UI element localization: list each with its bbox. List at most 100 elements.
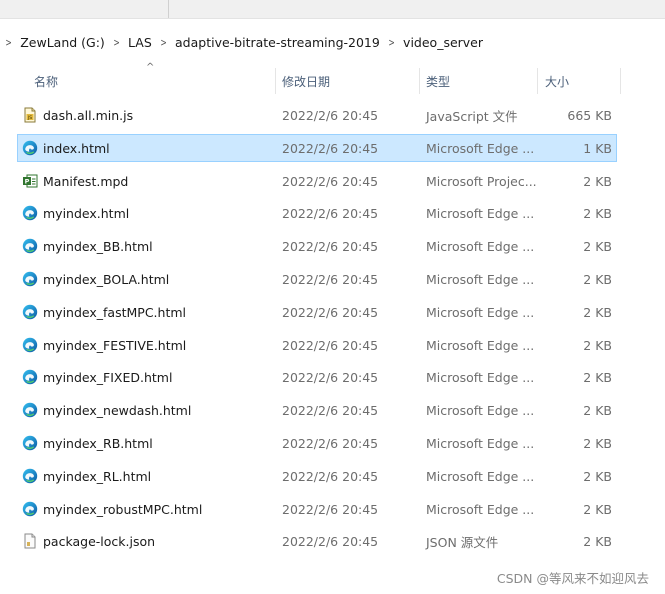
file-name-cell: JS dash.all.min.js	[22, 102, 133, 128]
column-divider[interactable]	[419, 68, 420, 94]
edge-icon	[22, 468, 38, 484]
file-type: Microsoft Edge ...	[426, 468, 535, 484]
file-type: Microsoft Projec...	[426, 173, 537, 189]
column-date-header[interactable]: 修改日期	[282, 62, 418, 100]
file-size: 2 KB	[583, 533, 612, 549]
file-name-cell: myindex.html	[22, 200, 129, 226]
file-name: dash.all.min.js	[43, 107, 134, 123]
file-size: 2 KB	[583, 337, 612, 353]
file-type: Microsoft Edge ...	[426, 435, 535, 451]
file-size: 2 KB	[583, 501, 612, 517]
file-type: Microsoft Edge ...	[426, 271, 535, 287]
file-type: JavaScript 文件	[426, 108, 518, 124]
file-date: 2022/2/6 20:45	[282, 173, 379, 189]
edge-icon	[22, 140, 38, 156]
column-type-header[interactable]: 类型	[426, 62, 536, 100]
file-name: myindex_RB.html	[43, 435, 153, 451]
project-file-icon: P	[22, 173, 38, 189]
breadcrumb-item-video-server[interactable]: video_server	[403, 35, 483, 50]
file-name: myindex.html	[43, 205, 130, 221]
file-name: package-lock.json	[43, 533, 156, 549]
file-name: myindex_RL.html	[43, 468, 152, 484]
file-size: 665 KB	[567, 107, 612, 123]
file-size: 2 KB	[583, 468, 612, 484]
file-row[interactable]: myindex_fastMPC.html 2022/2/6 20:45 Micros…	[18, 299, 616, 325]
breadcrumb-item-drive[interactable]: ZewLand (G:)	[20, 35, 105, 50]
file-row[interactable]: myindex_BB.html 2022/2/6 20:45 Microsoft E…	[18, 233, 616, 259]
svg-text:JS: JS	[27, 115, 32, 121]
edge-icon	[22, 337, 38, 353]
file-size: 2 KB	[583, 205, 612, 221]
file-row[interactable]: myindex_FIXED.html 2022/2/6 20:45 Microsof…	[18, 364, 616, 390]
file-name-cell: myindex_RB.html	[22, 430, 153, 456]
json-file-icon	[22, 533, 38, 549]
file-date: 2022/2/6 20:45	[282, 337, 379, 353]
file-row[interactable]: P Manifest.mpd 2022/2/6 20:45 Microsoft Pro…	[18, 168, 616, 194]
file-date: 2022/2/6 20:45	[282, 140, 379, 156]
edge-icon	[22, 271, 38, 287]
file-date: 2022/2/6 20:45	[282, 271, 379, 287]
toolbar-segment	[0, 0, 169, 18]
column-name-header[interactable]: 名称	[34, 62, 274, 100]
file-row[interactable]: myindex_newdash.html 2022/2/6 20:45 Micros…	[18, 397, 616, 423]
file-date: 2022/2/6 20:45	[282, 533, 379, 549]
breadcrumb-item-las[interactable]: LAS	[128, 35, 152, 50]
file-type: Microsoft Edge ...	[426, 402, 535, 418]
edge-icon	[22, 304, 38, 320]
file-date: 2022/2/6 20:45	[282, 107, 379, 123]
file-name: myindex_FIXED.html	[43, 369, 173, 385]
chevron-right-icon[interactable]: >	[113, 36, 119, 49]
column-header: ^ 名称 修改日期 类型 大小	[0, 62, 665, 100]
file-name: myindex_BB.html	[43, 238, 153, 254]
file-name-cell: P Manifest.mpd	[22, 168, 128, 194]
file-name-cell: myindex_FESTIVE.html	[22, 332, 186, 358]
file-size: 2 KB	[583, 435, 612, 451]
top-toolbar-strip	[0, 0, 665, 19]
chevron-right-icon[interactable]: >	[388, 36, 394, 49]
file-date: 2022/2/6 20:45	[282, 238, 379, 254]
file-size: 2 KB	[583, 238, 612, 254]
file-date: 2022/2/6 20:45	[282, 435, 379, 451]
file-name: Manifest.mpd	[43, 173, 129, 189]
file-type: Microsoft Edge ...	[426, 238, 535, 254]
file-size: 2 KB	[583, 369, 612, 385]
column-size-header[interactable]: 大小	[545, 62, 615, 100]
file-row[interactable]: myindex_robustMPC.html 2022/2/6 20:45 Micr…	[18, 496, 616, 522]
file-name-cell: myindex_robustMPC.html	[22, 496, 202, 522]
file-name-cell: myindex_fastMPC.html	[22, 299, 186, 325]
file-row[interactable]: myindex_RL.html 2022/2/6 20:45 Microsoft E…	[18, 463, 616, 489]
file-type: JSON 源文件	[426, 534, 499, 550]
file-name-cell: myindex_BB.html	[22, 233, 153, 259]
edge-icon	[22, 205, 38, 221]
file-size: 1 KB	[583, 140, 612, 156]
file-date: 2022/2/6 20:45	[282, 369, 379, 385]
file-name-cell: myindex_newdash.html	[22, 397, 191, 423]
file-row[interactable]: JS dash.all.min.js 2022/2/6 20:45 JavaScrip…	[18, 102, 616, 128]
file-name: myindex_robustMPC.html	[43, 501, 203, 517]
file-row[interactable]: myindex_RB.html 2022/2/6 20:45 Microsoft E…	[18, 430, 616, 456]
breadcrumb: > ZewLand (G:) > LAS > adaptive-bitrate-…	[0, 26, 665, 58]
file-date: 2022/2/6 20:45	[282, 304, 379, 320]
column-divider[interactable]	[620, 68, 621, 94]
file-size: 2 KB	[583, 402, 612, 418]
chevron-right-icon[interactable]: >	[5, 36, 11, 49]
file-row[interactable]: myindex_BOLA.html 2022/2/6 20:45 Microsoft…	[18, 266, 616, 292]
toolbar-divider	[168, 0, 169, 18]
column-divider[interactable]	[275, 68, 276, 94]
file-type: Microsoft Edge ...	[426, 205, 535, 221]
file-name-cell: myindex_FIXED.html	[22, 364, 172, 390]
file-row[interactable]: myindex.html 2022/2/6 20:45 Microsoft Edge…	[18, 200, 616, 226]
file-size: 2 KB	[583, 271, 612, 287]
column-divider[interactable]	[537, 68, 538, 94]
file-name-cell: index.html	[22, 135, 110, 161]
file-row[interactable]: index.html 2022/2/6 20:45 Microsoft Edge .…	[17, 134, 617, 162]
file-row[interactable]: package-lock.json 2022/2/6 20:45 JSON 源文件 2…	[18, 528, 616, 554]
breadcrumb-item-project[interactable]: adaptive-bitrate-streaming-2019	[175, 35, 380, 50]
edge-icon	[22, 402, 38, 418]
file-type: Microsoft Edge ...	[426, 501, 535, 517]
file-name: myindex_newdash.html	[43, 402, 192, 418]
chevron-right-icon[interactable]: >	[160, 36, 166, 49]
file-row[interactable]: myindex_FESTIVE.html 2022/2/6 20:45 Micros…	[18, 332, 616, 358]
file-date: 2022/2/6 20:45	[282, 402, 379, 418]
file-name: myindex_fastMPC.html	[43, 304, 186, 320]
